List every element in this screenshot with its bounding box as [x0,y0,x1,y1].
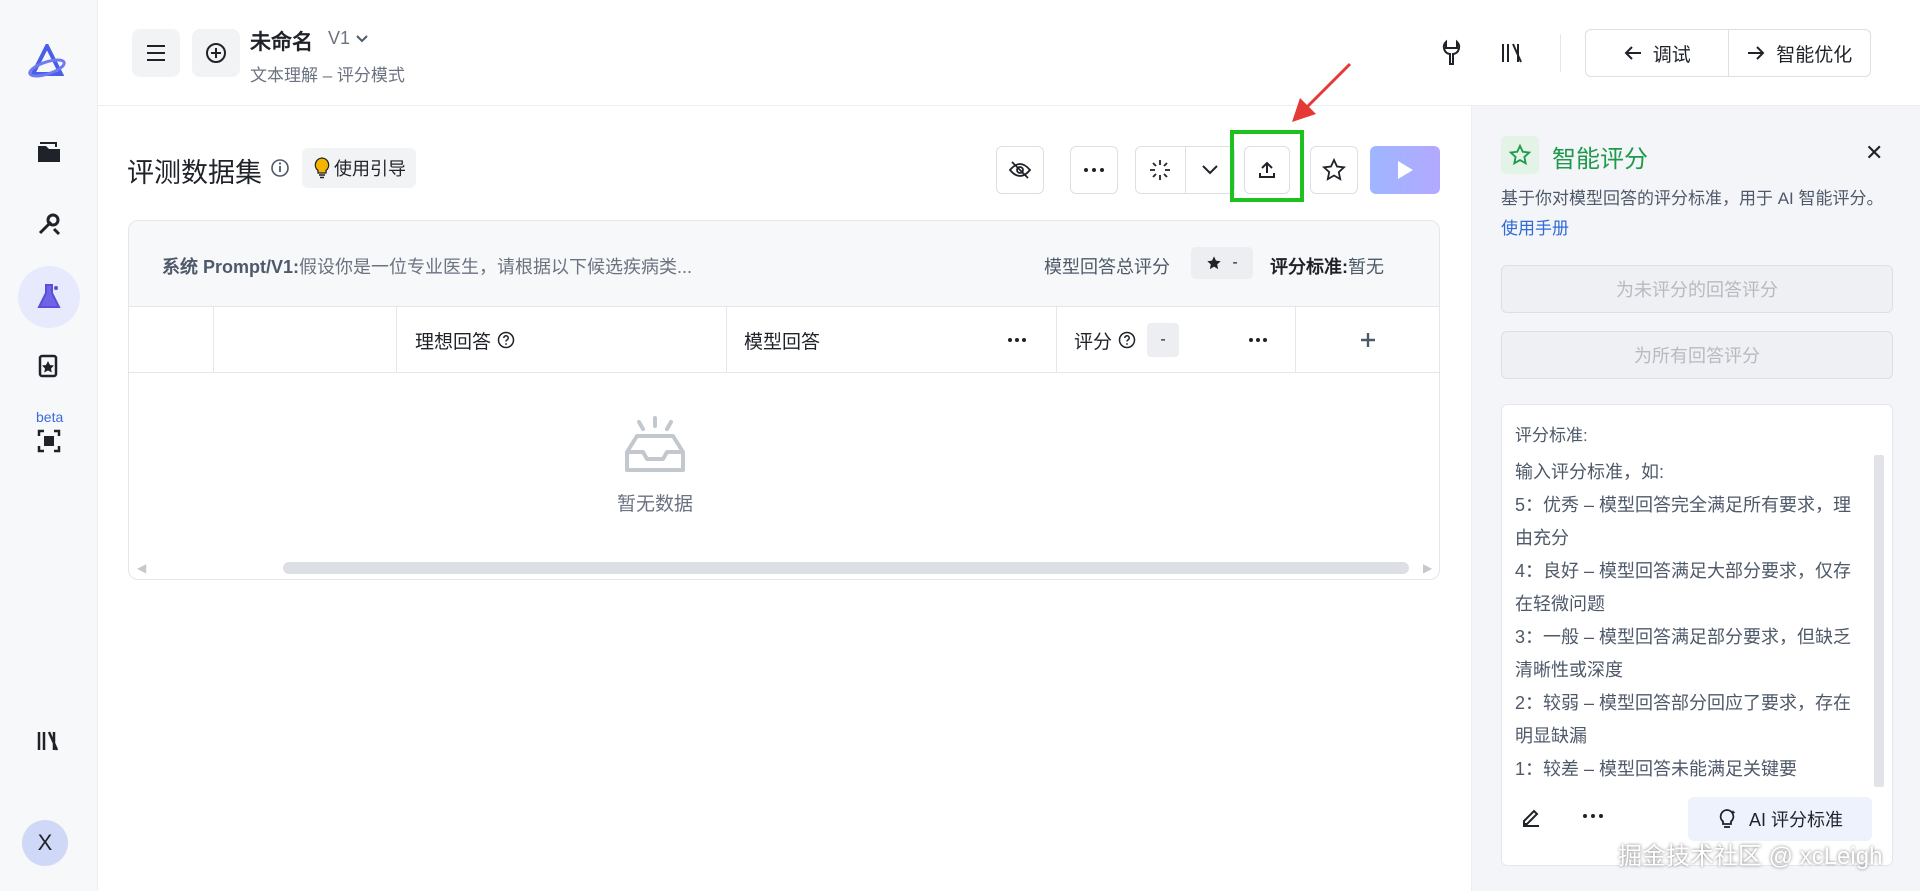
dataset-table: 系统 Prompt/V1:假设你是一位专业医生，请根据以下候选疾病类... 模型… [128,220,1440,580]
column-score-label: 评分 [1074,331,1113,353]
red-arrow-annotation [1292,62,1352,122]
top-header: 未命名 V1 文本理解 – 评分模式 调试 智能优化 [98,0,1920,106]
lightbulb-icon [314,157,330,179]
folder-icon[interactable] [18,121,80,183]
dataset-summary-bar: 系统 Prompt/V1:假设你是一位专业医生，请根据以下候选疾病类... 模型… [129,221,1439,307]
ai-criteria-button[interactable]: AI 评分标准 [1688,797,1872,841]
play-icon [1398,161,1413,179]
total-rating-label: 模型回答总评分 [1044,257,1170,277]
run-button[interactable] [1370,146,1440,194]
more-options-icon[interactable] [1582,813,1604,819]
dataset-title: 评测数据集 [127,158,262,188]
upload-highlight-box [1230,130,1304,202]
help-icon[interactable] [497,331,515,349]
system-prompt-summary: 系统 Prompt/V1:假设你是一位专业医生，请根据以下候选疾病类... [162,253,692,279]
mode-switch: 调试 智能优化 [1585,29,1871,77]
flask-icon[interactable] [18,266,80,328]
panel-description-text: 基于你对模型回答的评分标准，用于 AI 智能评分。 [1501,189,1884,208]
criteria-placeholder[interactable]: 输入评分标准，如: 5：优秀 – 模型回答完全满足所有要求，理由充分 4：良好 … [1515,456,1865,786]
star-icon[interactable] [1310,146,1358,194]
criteria-value: 暂无 [1348,257,1384,277]
ai-criteria-label: AI 评分标准 [1748,810,1843,830]
criteria-summary: 评分标准:暂无 [1270,253,1384,279]
rate-all-button[interactable]: 为所有回答评分 [1501,331,1893,379]
empty-state: 暂无数据 [595,416,715,516]
horizontal-scrollbar[interactable] [283,562,1409,574]
total-rating-badge: - [1191,247,1253,279]
tools-icon[interactable] [18,193,80,255]
edit-pencil-icon[interactable] [1520,805,1542,827]
generate-group [1135,146,1235,194]
column-model-label: 模型回答 [744,331,821,353]
column-model-answer: 模型回答 [744,307,820,373]
column-ideal-label: 理想回答 [415,331,492,353]
empty-text: 暂无数据 [616,494,693,515]
debug-label: 调试 [1652,44,1691,66]
header-divider [1560,34,1561,72]
optimize-button[interactable]: 智能优化 [1727,30,1871,76]
panel-title: 智能评分 [1552,146,1648,173]
criteria-scrollbar[interactable] [1874,455,1884,787]
help-icon[interactable] [1118,331,1136,349]
add-circle-icon[interactable] [192,29,240,77]
more-options-icon[interactable] [1070,146,1118,194]
close-icon[interactable]: ✕ [1865,140,1883,166]
app-logo-icon[interactable] [27,41,67,80]
magic-generate-icon[interactable] [1136,147,1185,193]
manual-link[interactable]: 使用手册 [1501,219,1569,238]
menu-icon[interactable] [132,29,180,77]
add-column-icon[interactable] [1359,307,1377,373]
column-divider [1056,307,1057,373]
column-divider [726,307,727,373]
criteria-editor[interactable]: 评分标准: 输入评分标准，如: 5：优秀 – 模型回答完全满足所有要求，理由充分… [1501,404,1893,866]
watermark: 掘金技术社区 @ xcLeigh [1618,843,1883,870]
arrow-right-icon [1748,46,1765,60]
criteria-key: 评分标准: [1270,257,1348,277]
star-filled-icon [1207,256,1221,270]
total-rating-value: - [1232,254,1238,271]
star-doc-icon[interactable] [18,335,80,397]
scan-box-icon[interactable] [18,410,80,472]
panel-description: 基于你对模型回答的评分标准，用于 AI 智能评分。使用手册 [1501,184,1893,244]
library-icon[interactable] [1496,36,1530,70]
hide-eye-icon[interactable] [996,146,1044,194]
library-icon[interactable] [18,710,80,772]
system-prompt-value: 假设你是一位专业医生，请根据以下候选疾病类... [299,257,693,277]
arrow-left-icon [1624,46,1641,60]
user-avatar[interactable]: X [22,820,68,866]
score-column-more-icon[interactable] [1248,307,1268,373]
debug-button[interactable]: 调试 [1586,30,1728,76]
version-label: V1 [328,28,351,48]
column-divider [1295,307,1296,373]
column-divider [213,307,214,373]
column-score: 评分 [1074,307,1136,373]
wrench-icon[interactable] [1434,36,1468,70]
model-column-more-icon[interactable] [1007,307,1027,373]
rate-unrated-button[interactable]: 为未评分的回答评分 [1501,265,1893,313]
score-summary-badge: - [1147,323,1179,357]
left-rail: beta X [0,0,98,891]
info-icon[interactable] [270,158,290,178]
smart-rating-panel: 智能评分 ✕ 基于你对模型回答的评分标准，用于 AI 智能评分。使用手册 为未评… [1471,106,1920,891]
criteria-toolbar [1520,805,1604,827]
criteria-editor-label: 评分标准: [1515,426,1588,445]
scroll-right-icon[interactable]: ▶ [1423,561,1432,575]
empty-inbox-icon [625,416,685,472]
ai-bulb-icon [1719,809,1736,828]
prompt-title: 未命名 [250,31,313,54]
optimize-label: 智能优化 [1776,44,1853,66]
rating-star-icon [1501,136,1539,174]
guide-button[interactable]: 使用引导 [302,148,416,188]
column-divider [396,307,397,373]
prompt-subtitle: 文本理解 – 评分模式 [250,66,405,85]
system-prompt-key: 系统 Prompt/V1: [162,257,300,277]
scroll-left-icon[interactable]: ◀ [137,561,146,575]
version-selector[interactable]: V1 [328,28,368,49]
table-header: 理想回答 模型回答 评分 - [129,307,1439,373]
chevron-down-icon [356,34,368,42]
guide-label: 使用引导 [334,159,406,179]
chevron-down-icon[interactable] [1184,147,1235,193]
column-ideal-answer: 理想回答 [415,307,515,373]
